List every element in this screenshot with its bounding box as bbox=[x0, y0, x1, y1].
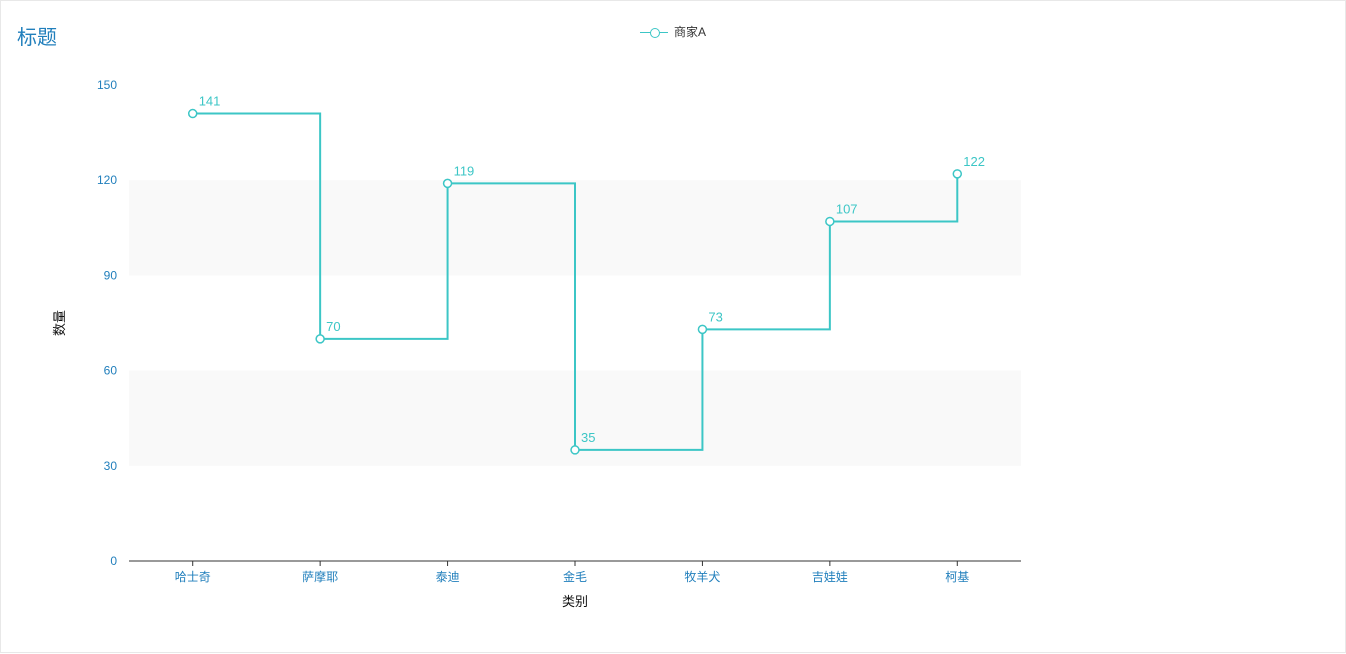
data-point[interactable] bbox=[444, 179, 452, 187]
x-tick-label: 哈士奇 bbox=[175, 570, 211, 584]
x-axis-label: 类别 bbox=[562, 594, 588, 609]
data-point[interactable] bbox=[189, 110, 197, 118]
y-tick-label: 120 bbox=[97, 173, 117, 187]
x-tick-label: 牧羊犬 bbox=[684, 569, 720, 584]
data-point[interactable] bbox=[826, 217, 834, 225]
value-label: 122 bbox=[963, 154, 985, 169]
y-tick-label: 30 bbox=[104, 459, 118, 473]
value-label: 73 bbox=[708, 309, 722, 324]
chart-svg: 0 30 60 90 120 150 哈士奇 萨摩耶 泰迪 金毛 牧羊犬 吉娃娃 柯基 141 70 11… bbox=[1, 1, 1346, 654]
value-label: 119 bbox=[454, 163, 475, 178]
value-label: 107 bbox=[836, 201, 858, 216]
x-tick-label: 吉娃娃 bbox=[812, 570, 848, 584]
value-label: 141 bbox=[199, 94, 221, 109]
x-axis: 哈士奇 萨摩耶 泰迪 金毛 牧羊犬 吉娃娃 柯基 bbox=[175, 561, 970, 584]
y-tick-label: 90 bbox=[104, 268, 118, 282]
x-tick-label: 萨摩耶 bbox=[302, 569, 338, 584]
y-tick-label: 150 bbox=[97, 78, 117, 92]
y-tick-label: 60 bbox=[104, 364, 118, 378]
data-point[interactable] bbox=[953, 170, 961, 178]
x-tick-label: 金毛 bbox=[563, 569, 587, 584]
data-point[interactable] bbox=[316, 335, 324, 343]
chart-container: 标题 商家A 0306090120150 哈士奇萨摩耶泰迪金毛牧羊犬吉娃娃柯基 … bbox=[0, 0, 1346, 653]
x-tick-label: 柯基 bbox=[945, 570, 969, 584]
y-tick-label: 0 bbox=[110, 554, 117, 568]
x-tick-label: 泰迪 bbox=[436, 570, 460, 584]
value-label: 70 bbox=[326, 319, 340, 334]
data-point[interactable] bbox=[571, 446, 579, 454]
y-axis: 0 30 60 90 120 150 bbox=[97, 78, 117, 568]
data-point[interactable] bbox=[698, 325, 706, 333]
y-axis-label: 数量 bbox=[52, 310, 67, 336]
value-label: 35 bbox=[581, 430, 595, 445]
